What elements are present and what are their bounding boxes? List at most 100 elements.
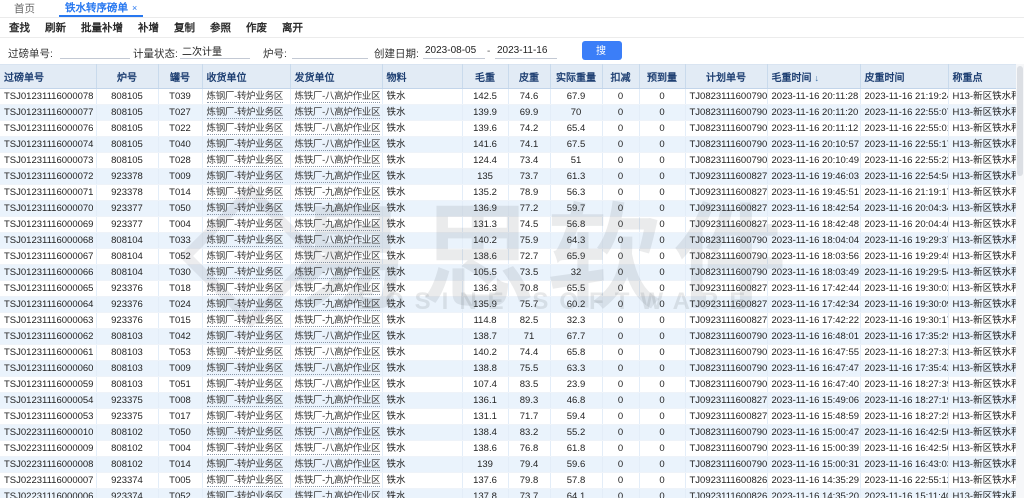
column-header-10[interactable]: 扣减 [602,65,639,89]
column-header-5[interactable]: 发货单位 [290,65,382,89]
cell: TSJ01231116000070 [0,201,96,217]
column-header-1[interactable]: 过磅单号 [0,65,96,89]
table-row[interactable]: TSJ01231116000068808104T033炼钢厂-转炉业务区炼铁厂-… [0,233,1016,249]
table-row[interactable]: TSJ01231116000066808104T030炼钢厂-转炉业务区炼铁厂-… [0,265,1016,281]
search-button[interactable]: 搜 索 [582,41,622,60]
scrollbar-thumb[interactable] [1017,66,1023,176]
cell: T009 [158,361,202,377]
column-header-15[interactable]: 称重点 [948,65,1016,89]
column-header-11[interactable]: 预到量 [639,65,685,89]
cell: 2023-11-16 18:03:49 [767,265,860,281]
cell: 78.9 [508,185,550,201]
column-header-14[interactable]: 皮重时间 [860,65,948,89]
cell: 139.6 [462,121,508,137]
table-row[interactable]: TSJ01231116000062808103T042炼钢厂-转炉业务区炼铁厂-… [0,329,1016,345]
furnace-no-input[interactable] [292,43,368,59]
tab-close-icon[interactable]: × [132,3,137,13]
cell: 140.2 [462,233,508,249]
cell: 炼铁厂-八高炉作业区 [290,121,382,137]
cell: T039 [158,89,202,105]
cell: 74.4 [508,345,550,361]
table-row[interactable]: TSJ01231116000059808103T051炼钢厂-转炉业务区炼铁厂-… [0,377,1016,393]
toolbar-refresh-button[interactable]: 刷新 [45,20,66,35]
cell: 74.5 [508,217,550,233]
table-row[interactable]: TSJ01231116000074808105T040炼钢厂-转炉业务区炼铁厂-… [0,137,1016,153]
table-row[interactable]: TSJ01231116000070923377T050炼钢厂-转炉业务区炼铁厂-… [0,201,1016,217]
cell: H13-新区铁水秤 [948,489,1016,498]
cell: 136.3 [462,281,508,297]
column-header-2[interactable]: 炉号 [96,65,158,89]
column-header-12[interactable]: 计划单号 [685,65,767,89]
column-header-13[interactable]: 毛重时间↓ [767,65,860,89]
cell: 2023-11-16 18:42:54 [767,201,860,217]
table-row[interactable]: TSJ01231116000061808103T053炼钢厂-转炉业务区炼铁厂-… [0,345,1016,361]
cell: T004 [158,217,202,233]
cell: H13-新区铁水秤 [948,201,1016,217]
table-row[interactable]: TSJ01231116000076808105T022炼钢厂-转炉业务区炼铁厂-… [0,121,1016,137]
column-header-7[interactable]: 毛重 [462,65,508,89]
cell: 65.8 [550,345,602,361]
tab-molten-iron-transfer[interactable]: 铁水转序磅单 × [59,0,143,17]
toolbar-copy-button[interactable]: 复制 [174,20,195,35]
table-row[interactable]: TSJ01231116000053923375T017炼钢厂-转炉业务区炼铁厂-… [0,409,1016,425]
toolbar-find-button[interactable]: 查找 [9,20,30,35]
table-row[interactable]: TSJ02231116000009808102T004炼钢厂-转炉业务区炼铁厂-… [0,441,1016,457]
table-row[interactable]: TSJ02231116000008808102T014炼钢厂-转炉业务区炼铁厂-… [0,457,1016,473]
weigh-no-input[interactable] [60,43,130,59]
cell: 2023-11-16 19:45:51 [767,185,860,201]
date-to-input[interactable] [495,43,557,59]
cell: 炼钢厂-转炉业务区 [202,425,290,441]
column-header-6[interactable]: 物料 [382,65,462,89]
cell: 0 [639,217,685,233]
cell: 0 [602,329,639,345]
cell: 135.2 [462,185,508,201]
column-header-3[interactable]: 罐号 [158,65,202,89]
weigh-no-label: 过磅单号: [8,46,53,61]
table-row[interactable]: TSJ01231116000060808103T009炼钢厂-转炉业务区炼铁厂-… [0,361,1016,377]
column-header-9[interactable]: 实际重量 [550,65,602,89]
cell: 炼钢厂-转炉业务区 [202,89,290,105]
table-row[interactable]: TSJ01231116000069923377T004炼钢厂-转炉业务区炼铁厂-… [0,217,1016,233]
table-row[interactable]: TSJ02231116000006923374T052炼钢厂-转炉业务区炼铁厂-… [0,489,1016,498]
column-header-8[interactable]: 皮重 [508,65,550,89]
cell: 2023-11-16 19:30:02 [860,281,948,297]
table-row[interactable]: TSJ01231116000063923376T015炼钢厂-转炉业务区炼铁厂-… [0,313,1016,329]
cell: 808105 [96,121,158,137]
cell: 0 [639,137,685,153]
table-row[interactable]: TSJ01231116000078808105T039炼钢厂-转炉业务区炼铁厂-… [0,89,1016,105]
toolbar-add-button[interactable]: 补增 [138,20,159,35]
table-row[interactable]: TSJ01231116000054923375T008炼钢厂-转炉业务区炼铁厂-… [0,393,1016,409]
header-row: 过磅单号炉号罐号收货单位发货单位物料毛重皮重实际重量扣减预到量计划单号毛重时间↓… [0,65,1016,89]
cell: 2023-11-16 18:42:48 [767,217,860,233]
table-row[interactable]: TSJ01231116000065923376T018炼钢厂-转炉业务区炼铁厂-… [0,281,1016,297]
cell: H13-新区铁水秤 [948,169,1016,185]
toolbar-void-button[interactable]: 作废 [246,20,267,35]
cell: 炼铁厂-九高炉作业区 [290,281,382,297]
tab-home[interactable]: 首页 [8,0,41,17]
tab-active-label: 铁水转序磅单 [65,0,128,15]
cell: 2023-11-16 20:04:34 [860,201,948,217]
toolbar-reference-button[interactable]: 参照 [210,20,231,35]
toolbar-leave-button[interactable]: 离开 [282,20,303,35]
date-from-input[interactable] [423,43,485,59]
cell: 107.4 [462,377,508,393]
column-header-4[interactable]: 收货单位 [202,65,290,89]
table-row[interactable]: TSJ01231116000064923376T024炼钢厂-转炉业务区炼铁厂-… [0,297,1016,313]
table-row[interactable]: TSJ02231116000007923374T005炼钢厂-转炉业务区炼铁厂-… [0,473,1016,489]
cell: TJ08231116007904 [685,345,767,361]
cell: T051 [158,377,202,393]
table-row[interactable]: TSJ01231116000067808104T052炼钢厂-转炉业务区炼铁厂-… [0,249,1016,265]
table-row[interactable]: TSJ02231116000010808102T050炼钢厂-转炉业务区炼铁厂-… [0,425,1016,441]
cell: 炼钢厂-转炉业务区 [202,361,290,377]
vertical-scrollbar[interactable] [1016,64,1024,498]
table-row[interactable]: TSJ01231116000077808105T027炼钢厂-转炉业务区炼铁厂-… [0,105,1016,121]
table-row[interactable]: TSJ01231116000072923378T009炼钢厂-转炉业务区炼铁厂-… [0,169,1016,185]
cell: 铁水 [382,329,462,345]
cell: H13-新区铁水秤 [948,425,1016,441]
toolbar-batch-add-button[interactable]: 批量补增 [81,20,123,35]
table-row[interactable]: TSJ01231116000071923378T014炼钢厂-转炉业务区炼铁厂-… [0,185,1016,201]
cell: 0 [602,137,639,153]
metering-status-input[interactable] [180,43,250,59]
cell: 89.3 [508,393,550,409]
table-row[interactable]: TSJ01231116000073808105T028炼钢厂-转炉业务区炼铁厂-… [0,153,1016,169]
